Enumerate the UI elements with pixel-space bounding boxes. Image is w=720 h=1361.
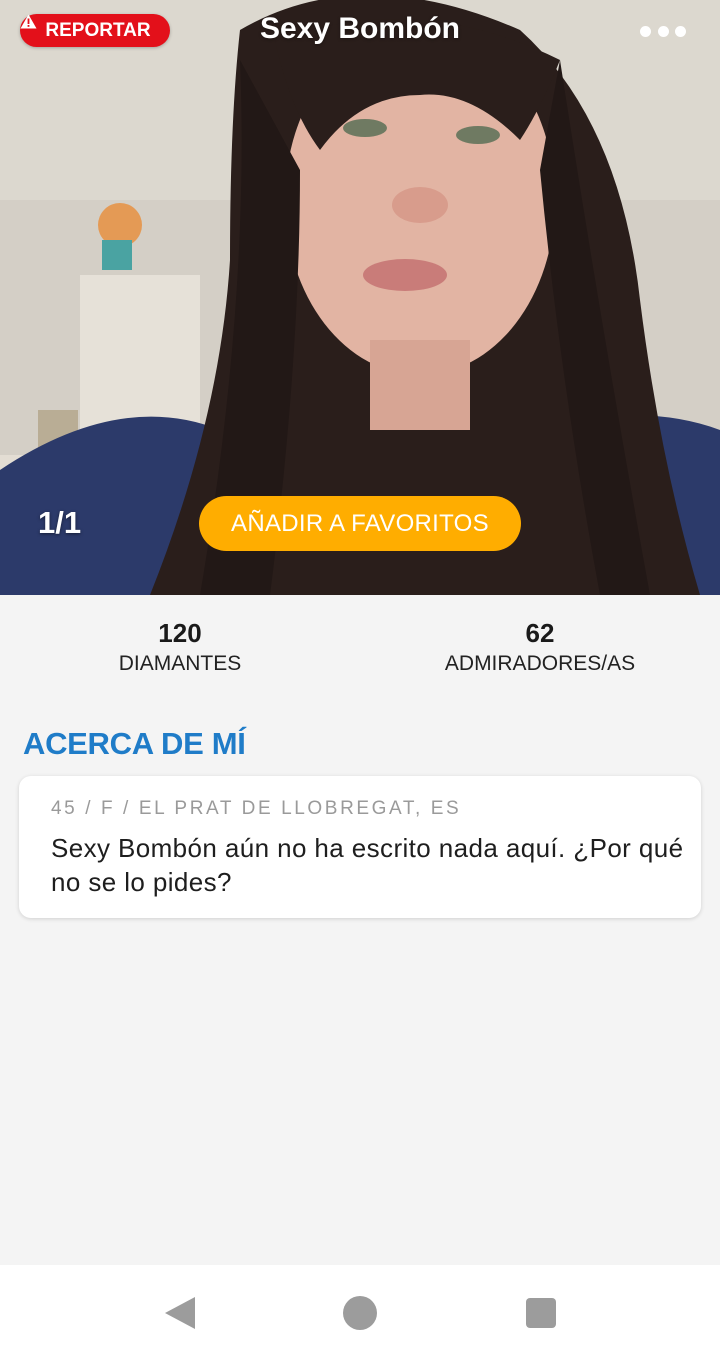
profile-meta: 45 / F / EL PRAT DE LLOBREGAT, ES — [51, 798, 462, 819]
system-nav-bar — [0, 1265, 720, 1361]
photo-counter: 1/1 — [38, 505, 82, 540]
add-to-favorites-button[interactable]: AÑADIR A FAVORITOS — [199, 496, 521, 551]
report-button[interactable]: REPORTAR — [20, 14, 170, 47]
nav-recent-icon[interactable] — [525, 1295, 557, 1336]
about-card: 45 / F / EL PRAT DE LLOBREGAT, ES Sexy B… — [19, 776, 701, 918]
stat-diamonds: 120 DIAMANTES — [0, 618, 360, 679]
stat-label: DIAMANTES — [118, 652, 242, 675]
stat-value: 120 — [158, 618, 202, 648]
stat-admirers[interactable]: 62 ADMIRADORES/AS — [360, 618, 720, 679]
stat-value: 62 — [525, 618, 555, 648]
nav-back-icon[interactable] — [163, 1295, 197, 1336]
about-heading: ACERCA DE MÍ — [23, 726, 246, 761]
about-text: Sexy Bombón aún no ha escrito nada aquí.… — [51, 833, 684, 897]
nav-home-icon[interactable] — [343, 1295, 377, 1336]
more-dots-icon[interactable] — [640, 20, 686, 42]
profile-photo[interactable]: REPORTAR Sexy Bombón 1/1 AÑADIR A FAVORI… — [0, 0, 720, 595]
report-label: REPORTAR — [45, 19, 151, 41]
stat-label: ADMIRADORES/AS — [444, 652, 636, 675]
